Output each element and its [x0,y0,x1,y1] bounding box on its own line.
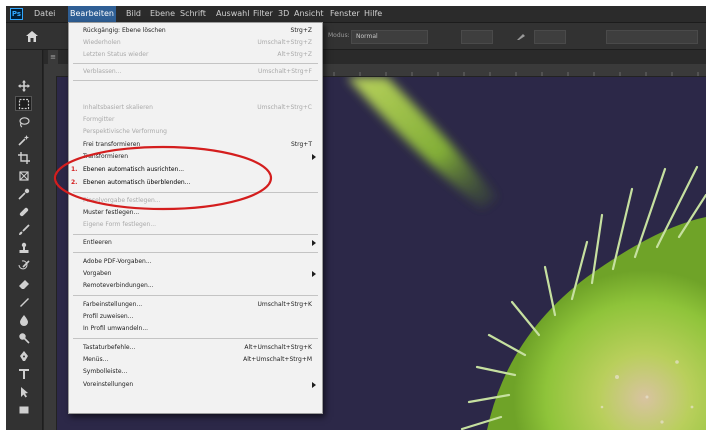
annotation-number: 2. [71,179,78,186]
lasso-icon[interactable] [15,114,32,129]
menu-separator [73,234,318,235]
menu-item-transform[interactable]: Transformieren [69,151,322,163]
photoshop-logo-icon: Ps [10,8,23,20]
menu-item-assign-profile[interactable]: Profil zuweisen... [69,311,322,323]
menu-item-auto-blend-layers[interactable]: 2. Ebenen automatisch überblenden... [69,177,322,189]
submenu-arrow-icon [312,382,316,388]
rectangle-icon[interactable] [15,402,32,417]
menu-item-keyboard-shortcuts[interactable]: Tastaturbefehle... Alt+Umschalt+Strg+K [69,342,322,354]
frame-icon[interactable] [15,168,32,183]
edit-menu-dropdown: Rückgängig: Ebene löschen Strg+Z Wiederho… [68,22,323,414]
menu-item-presets[interactable]: Vorgaben [69,268,322,280]
menu-item-toolbar[interactable]: Symbolleiste... [69,366,322,378]
menu-item-content-aware-scale[interactable]: Inhaltsbasiert skalieren Umschalt+Strg+C [69,102,322,114]
menu-item-redo[interactable]: Wiederholen Umschalt+Strg+Z [69,37,322,49]
dodge-icon[interactable] [15,330,32,345]
menu-item-define-shape[interactable]: Eigene Form festlegen... [69,219,322,231]
menu-filter[interactable]: Filter [251,6,275,22]
blur-icon[interactable] [15,312,32,327]
marquee-icon[interactable] [15,96,32,111]
menu-separator [73,63,318,64]
menu-item-pdf-presets[interactable]: Adobe PDF-Vorgaben... [69,256,322,268]
history-brush-icon[interactable] [15,258,32,273]
menu-separator [73,338,318,339]
clone-stamp-icon[interactable] [15,240,32,255]
document-tab[interactable]: ≡ [48,50,58,64]
gradient-icon[interactable] [15,294,32,309]
home-icon[interactable] [26,31,38,42]
menu-bearbeiten[interactable]: Bearbeiten [68,6,116,22]
menu-item-define-pattern[interactable]: Muster festlegen... [69,207,322,219]
menu-separator [73,295,318,296]
type-icon[interactable] [15,366,32,381]
submenu-arrow-icon [312,240,316,246]
menu-item-perspective-warp[interactable]: Perspektivische Verformung [69,126,322,138]
mode-label: Modus: [328,32,350,39]
menu-item-remote-connections[interactable]: Remoteverbindungen... [69,280,322,292]
menu-item-purge[interactable]: Entleeren [69,237,322,249]
tools-panel [6,50,43,430]
menu-item-toggle-last-state[interactable]: Letzten Status wieder Alt+Strg+Z [69,49,322,61]
crop-icon[interactable] [15,150,32,165]
eyedropper-icon[interactable] [15,186,32,201]
menu-item-auto-align-layers[interactable]: 1. Ebenen automatisch ausrichten... [69,164,322,176]
menu-auswahl[interactable]: Auswahl [214,6,251,22]
magic-wand-icon[interactable] [15,132,32,147]
ruler-vertical [44,76,57,430]
menu-item-puppet-warp[interactable]: Formgitter [69,114,322,126]
mode-select[interactable]: Normal [351,30,428,44]
menu-datei[interactable]: Datei [32,6,57,22]
photoshop-window: Ps Datei Bearbeiten Bild Ebene Schrift A… [6,6,706,430]
airbrush-icon[interactable] [516,31,526,41]
menu-ebene[interactable]: Ebene [148,6,177,22]
brush-icon[interactable] [15,222,32,237]
menu-item-undo[interactable]: Rückgängig: Ebene löschen Strg+Z [69,25,322,37]
menu-separator [73,252,318,253]
submenu-arrow-icon [312,154,316,160]
menu-fenster[interactable]: Fenster [328,6,362,22]
annotation-number: 1. [71,166,78,173]
menu-item-convert-profile[interactable]: In Profil umwandeln... [69,323,322,335]
healing-brush-icon[interactable] [15,204,32,219]
pen-icon[interactable] [15,348,32,363]
menu-hilfe[interactable]: Hilfe [362,6,384,22]
menu-item-preferences[interactable]: Voreinstellungen [69,379,322,391]
menu-bild[interactable]: Bild [124,6,143,22]
menu-ansicht[interactable]: Ansicht [292,6,326,22]
mode-select-value: Normal [356,33,378,40]
menu-item-menus[interactable]: Menüs... Alt+Umschalt+Strg+M [69,354,322,366]
menu-separator [73,80,318,81]
menu-item-define-brush[interactable]: Pinselvorgabe festlegen... [69,195,322,207]
menu-separator [73,192,318,193]
path-selection-icon[interactable] [15,384,32,399]
menu-item-fade[interactable]: Verblassen... Umschalt+Strg+F [69,66,322,78]
opacity-field[interactable] [461,30,493,44]
menu-item-free-transform[interactable]: Frei transformieren Strg+T [69,139,322,151]
menu-bar: Ps Datei Bearbeiten Bild Ebene Schrift A… [6,6,706,23]
menu-schrift[interactable]: Schrift [178,6,208,22]
menu-3d[interactable]: 3D [276,6,291,22]
flow-field[interactable] [534,30,566,44]
menu-item-color-settings[interactable]: Farbeinstellungen... Umschalt+Strg+K [69,299,322,311]
submenu-arrow-icon [312,271,316,277]
options-extra-field[interactable] [606,30,698,44]
eraser-icon[interactable] [15,276,32,291]
move-icon[interactable] [15,78,32,93]
